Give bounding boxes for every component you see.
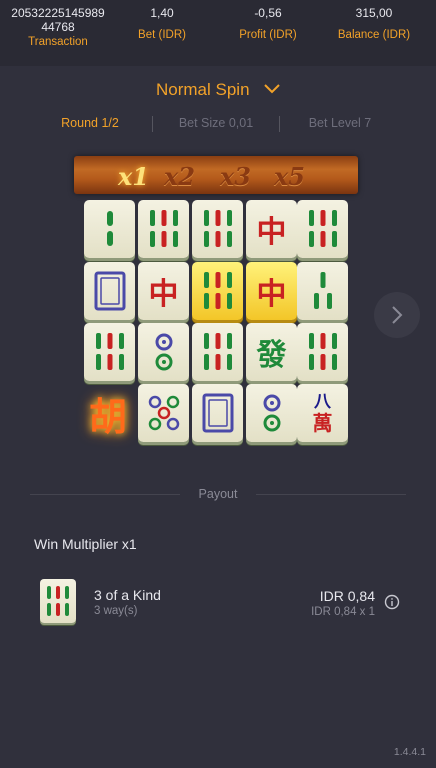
payout-row: 3 of a Kind 3 way(s) IDR 0,84 IDR 0,84 x… [40, 578, 400, 624]
transaction-label: Transaction [28, 36, 88, 48]
transaction-value-line1: 20532225145989 [11, 6, 105, 20]
red-dragon-glyph: 中 [256, 215, 287, 250]
bamboo-6-tile [297, 323, 348, 381]
bamboo-6-gold-tile [192, 262, 243, 320]
bamboo-6-tile [192, 323, 243, 381]
bet-stat: 1,40 Bet (IDR) [112, 6, 212, 42]
bamboo-3-tile [297, 262, 348, 320]
bamboo-2-tile [84, 200, 135, 258]
bamboo-6-tile [297, 200, 348, 258]
payout-ways: 3 way(s) [94, 605, 138, 617]
spin-selector[interactable]: Normal Spin [0, 80, 436, 100]
dot-2-tile [246, 384, 297, 442]
bet-value: 1,40 [150, 6, 174, 20]
bet-size-label: Bet Size 0,01 [178, 116, 254, 130]
red-dragon-gold-tile: 中 [246, 262, 297, 320]
multiplier-x1: x1 [118, 162, 150, 191]
chevron-right-icon [392, 306, 403, 324]
multiplier-x2: x2 [164, 162, 196, 191]
bamboo-6-tile [84, 323, 135, 381]
version-label: 1.4.4.1 [393, 746, 426, 758]
character-8-tile: 八 萬 [297, 384, 348, 442]
wild-hu-glyph: 胡 [88, 393, 127, 439]
transaction-value-line2: 44768 [41, 20, 75, 34]
divider [152, 116, 153, 132]
character-wan-glyph: 萬 [312, 411, 333, 435]
profit-label: Profit (IDR) [239, 29, 297, 41]
bamboo-6-icon [40, 579, 76, 623]
balance-label: Balance (IDR) [337, 29, 411, 41]
bamboo-6-tile [192, 200, 243, 258]
chevron-down-icon [264, 84, 280, 94]
balance-stat: 315,00 Balance (IDR) [322, 6, 426, 42]
dot-2-tile [138, 323, 189, 381]
red-dragon-tile: 中 [246, 200, 297, 258]
round-label: Round 1/2 [61, 116, 119, 130]
divider [279, 116, 280, 132]
wild-hu-symbol: 胡 [82, 384, 134, 442]
bet-level-label: Bet Level 7 [308, 116, 372, 130]
payout-name: 3 of a Kind [94, 587, 161, 603]
next-round-button[interactable] [374, 292, 420, 338]
red-dragon-glyph: 中 [256, 277, 287, 312]
multiplier-bar: x1 x2 x3 x5 [74, 156, 358, 194]
win-multiplier-label: Win Multiplier x1 [34, 536, 137, 552]
payout-amount: IDR 0,84 [319, 588, 375, 604]
transaction-stat: 20532225145989 44768 Transaction [8, 6, 108, 49]
green-dragon-glyph: 發 [256, 338, 287, 373]
white-dragon-tile [84, 262, 135, 320]
profit-value: -0,56 [254, 6, 282, 20]
round-info: Round 1/2 Bet Size 0,01 Bet Level 7 [0, 116, 436, 132]
multiplier-x5: x5 [274, 162, 306, 191]
reel-grid: 中 中 中 發 胡 八 萬 [82, 198, 348, 444]
character-8-number: 八 [314, 392, 331, 412]
bamboo-6-tile [138, 200, 189, 258]
info-icon[interactable] [384, 594, 400, 610]
bet-label: Bet (IDR) [138, 29, 186, 41]
multiplier-x3: x3 [220, 162, 252, 191]
payout-calculation: IDR 0,84 x 1 [311, 606, 375, 618]
balance-value: 315,00 [355, 6, 393, 20]
profit-stat: -0,56 Profit (IDR) [218, 6, 318, 42]
white-dragon-tile [192, 384, 243, 442]
spin-title: Normal Spin [156, 80, 250, 99]
red-dragon-glyph: 中 [148, 277, 179, 312]
stats-bar: 20532225145989 44768 Transaction 1,40 Be… [0, 0, 436, 66]
divider [256, 494, 406, 495]
red-dragon-tile: 中 [138, 262, 189, 320]
green-dragon-tile: 發 [246, 323, 297, 381]
dot-5-tile [138, 384, 189, 442]
